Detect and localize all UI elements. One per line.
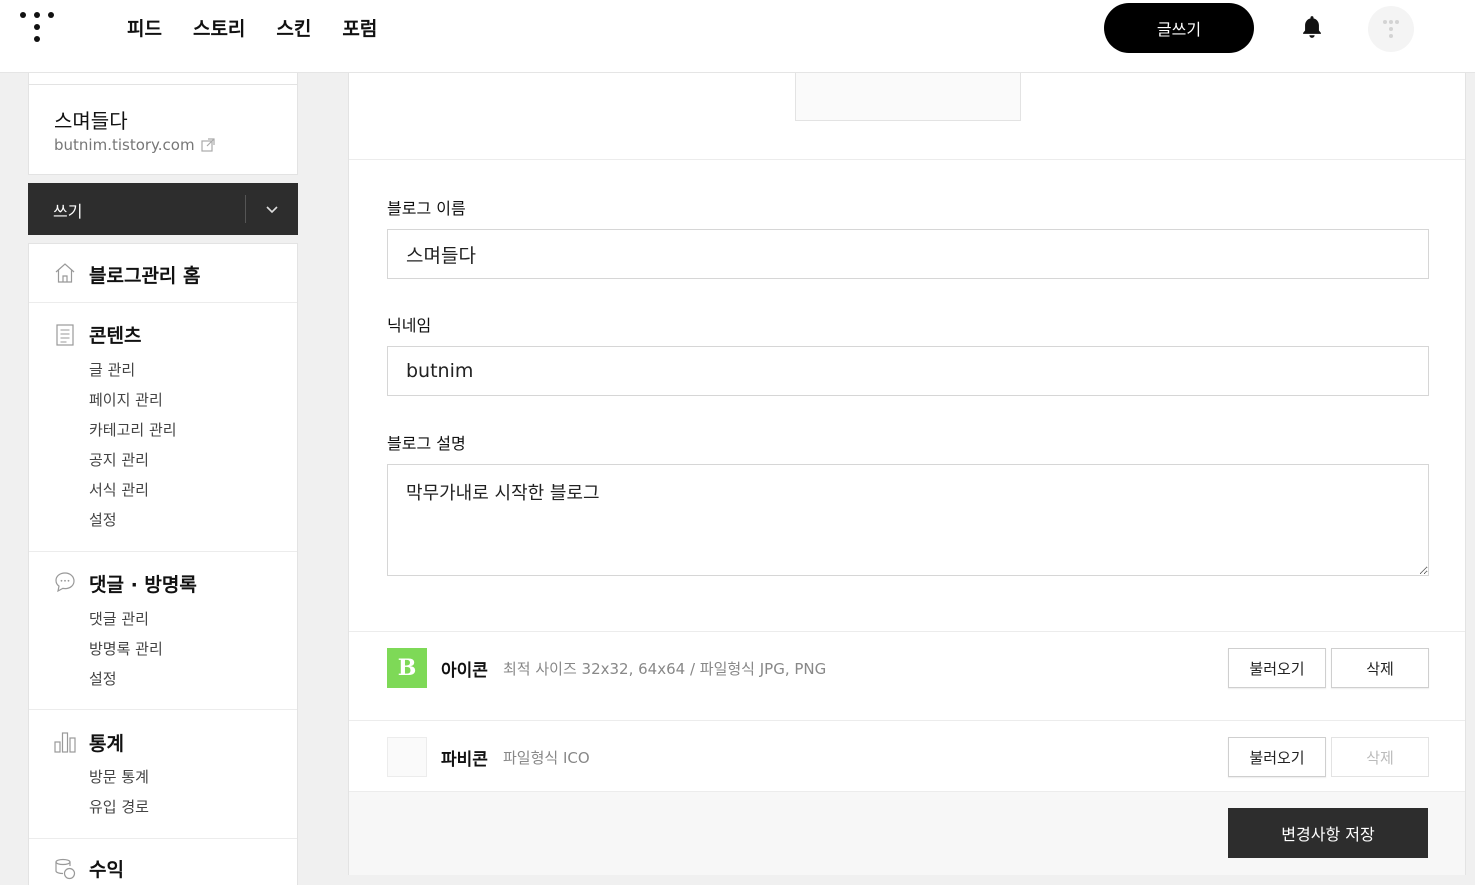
sidebar-item-referrers[interactable]: 유입 경로 [89, 796, 149, 817]
settings-footer: 변경사항 저장 [349, 791, 1465, 875]
sidebar-item-categories[interactable]: 카테고리 관리 [89, 419, 177, 440]
coins-icon [55, 858, 76, 880]
favicon-delete-button[interactable]: 삭제 [1331, 737, 1429, 777]
nickname-label: 닉네임 [387, 316, 432, 335]
document-icon [56, 324, 74, 346]
blog-settings-panel: 블로그 이름 닉네임 블로그 설명 막무가내로 시작한 블로그 B 아이콘 최적… [348, 73, 1466, 875]
sidebar-heading-stats[interactable]: 통계 [89, 729, 124, 756]
sidebar-item-visit-stats[interactable]: 방문 통계 [89, 766, 149, 787]
sidebar-item-contents-settings[interactable]: 설정 [89, 509, 117, 530]
top-navigation-bar: 피드 스토리 스킨 포럼 글쓰기 [0, 0, 1475, 73]
nav-story[interactable]: 스토리 [193, 14, 245, 41]
write-post-button[interactable]: 글쓰기 [1104, 3, 1254, 53]
favicon-hint: 파일형식 ICO [503, 749, 590, 767]
comment-icon [55, 572, 75, 593]
nav-forum[interactable]: 포럼 [342, 14, 377, 41]
sidebar-item-home[interactable]: 블로그관리 홈 [89, 261, 201, 288]
sidebar-heading-contents[interactable]: 콘텐츠 [89, 321, 141, 348]
blog-icon-thumbnail: B [387, 648, 427, 688]
divider [349, 720, 1465, 721]
chevron-down-icon[interactable] [260, 197, 284, 221]
sidebar-item-comments-manage[interactable]: 댓글 관리 [89, 608, 149, 629]
sidebar-section-stats: 통계 방문 통계 유입 경로 [29, 710, 297, 839]
favicon-load-button[interactable]: 불러오기 [1228, 737, 1326, 777]
blog-info-card: 스며들다 butnim.tistory.com [28, 84, 298, 175]
blog-name-input[interactable] [387, 229, 1429, 279]
icon-load-button[interactable]: 불러오기 [1228, 648, 1326, 688]
blog-image-preview [795, 73, 1021, 121]
bar-chart-icon [54, 732, 76, 753]
bell-icon[interactable] [1299, 14, 1325, 40]
save-changes-button[interactable]: 변경사항 저장 [1228, 808, 1428, 858]
blog-description-label: 블로그 설명 [387, 434, 466, 453]
external-link-icon [201, 138, 215, 152]
blog-url-link[interactable]: butnim.tistory.com [54, 136, 215, 154]
sidebar-item-posts[interactable]: 글 관리 [89, 359, 135, 380]
sidebar-item-notices[interactable]: 공지 관리 [89, 449, 149, 470]
blog-description-textarea[interactable]: 막무가내로 시작한 블로그 [387, 464, 1429, 576]
sidebar-section-comments: 댓글 · 방명록 댓글 관리 방명록 관리 설정 [29, 552, 297, 710]
sidebar-top-edge [28, 73, 298, 84]
tistory-logo[interactable] [20, 12, 56, 46]
sidebar-section-home: 블로그관리 홈 [29, 244, 297, 303]
sidebar-menu: 블로그관리 홈 콘텐츠 글 관리 페이지 관리 카테고리 관리 공지 관리 서식… [28, 243, 298, 885]
home-icon [55, 263, 75, 283]
blog-url-text: butnim.tistory.com [54, 136, 195, 154]
main-nav: 피드 스토리 스킨 포럼 [127, 14, 377, 41]
divider [349, 631, 1465, 632]
write-bar: 쓰기 [28, 183, 298, 235]
favicon-title: 파비콘 [441, 750, 488, 770]
write-bar-divider [245, 195, 246, 223]
blog-name: 스며들다 [54, 109, 128, 133]
icon-title: 아이콘 [441, 661, 488, 681]
blog-icon-letter: B [397, 655, 417, 681]
icon-delete-button[interactable]: 삭제 [1331, 648, 1429, 688]
sidebar-item-comments-settings[interactable]: 설정 [89, 668, 117, 689]
favicon-thumbnail [387, 737, 427, 777]
sidebar-item-guestbook[interactable]: 방명록 관리 [89, 638, 163, 659]
sidebar-section-contents: 콘텐츠 글 관리 페이지 관리 카테고리 관리 공지 관리 서식 관리 설정 [29, 303, 297, 552]
nav-skin[interactable]: 스킨 [276, 14, 311, 41]
sidebar-item-pages[interactable]: 페이지 관리 [89, 389, 163, 410]
nav-feed[interactable]: 피드 [127, 14, 162, 41]
sidebar-section-revenue: 수익 [29, 839, 297, 885]
sidebar-heading-revenue[interactable]: 수익 [89, 855, 124, 882]
blog-name-label: 블로그 이름 [387, 199, 466, 218]
write-button[interactable]: 쓰기 [53, 198, 82, 222]
sidebar-item-templates[interactable]: 서식 관리 [89, 479, 149, 500]
sidebar-heading-comments[interactable]: 댓글 · 방명록 [89, 570, 197, 597]
nickname-input[interactable] [387, 346, 1429, 396]
icon-hint: 최적 사이즈 32x32, 64x64 / 파일형식 JPG, PNG [503, 660, 827, 678]
profile-avatar[interactable] [1368, 6, 1414, 52]
divider [349, 159, 1465, 160]
